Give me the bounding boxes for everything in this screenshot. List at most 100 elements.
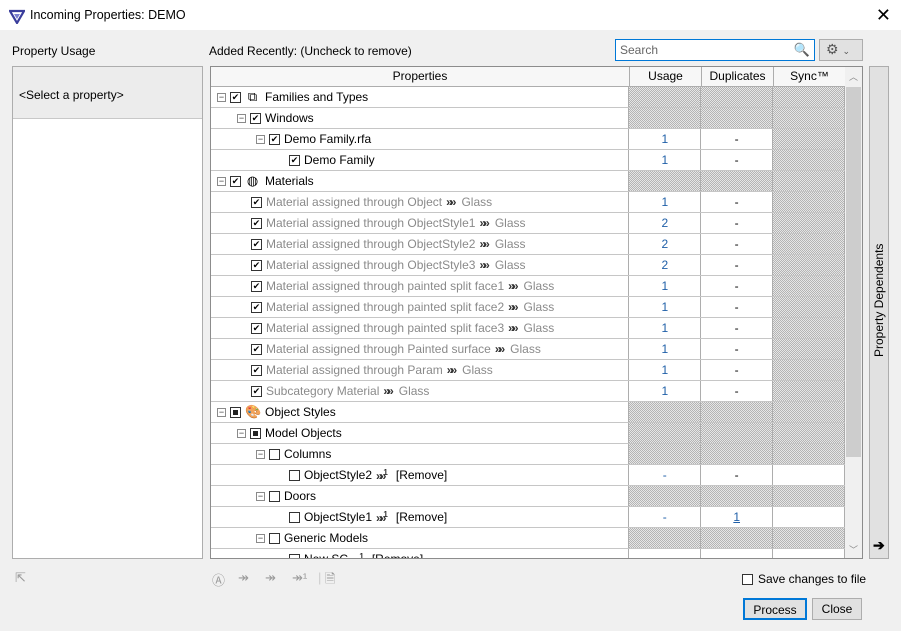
duplicates-cell [701,549,774,558]
table-row[interactable]: − Generic Models [211,528,846,549]
usage-cell [629,402,702,422]
column-header-usage[interactable]: Usage [630,67,702,87]
table-row[interactable]: ✔ Material assigned through Param»» Glass 1… [211,360,846,381]
scroll-down-icon[interactable]: ﹀ [845,543,862,556]
row-checkbox[interactable] [250,427,261,439]
collapse-icon[interactable]: − [237,113,246,123]
row-checkbox[interactable]: ✔ [251,343,262,355]
row-checkbox[interactable]: ✔ [250,112,261,124]
collapse-icon[interactable]: − [256,491,265,501]
close-icon[interactable]: ✕ [876,5,891,26]
save-changes-checkbox[interactable]: Save changes to file [742,572,866,586]
table-row[interactable]: ObjectStyle2 »»1 [Remove] - - [211,465,846,486]
map-arrow-icon: »»1 [376,467,388,483]
row-checkbox[interactable] [230,406,241,418]
scroll-up-icon[interactable]: ︿ [845,67,862,87]
row-checkbox[interactable] [269,532,280,544]
row-checkbox[interactable]: ✔ [251,385,262,397]
map-arrow-icon: »» [508,321,519,335]
collapse-icon[interactable]: − [237,428,246,438]
table-row[interactable]: New SC»»1 [Remove] [211,549,846,558]
row-checkbox[interactable] [289,511,300,523]
usage-cell [629,528,702,548]
usage-cell [629,171,702,191]
object-styles-icon: 🎨 [245,403,262,419]
table-row[interactable]: − Columns [211,444,846,465]
table-row[interactable]: ✔ Material assigned through ObjectStyle2»… [211,234,846,255]
row-checkbox[interactable] [289,469,300,481]
column-header-duplicates[interactable]: Duplicates [702,67,774,87]
unmap-icon[interactable]: ↠ [265,570,276,586]
property-cell: − ✔ Windows [211,108,630,128]
row-checkbox[interactable] [269,448,280,460]
table-row[interactable]: ✔ Material assigned through ObjectStyle1»… [211,213,846,234]
row-checkbox[interactable]: ✔ [230,91,241,103]
settings-dropdown-button[interactable]: ⚙ ⌄ [819,39,863,61]
map-once-icon[interactable]: ↠¹ [292,570,307,586]
close-button[interactable]: Close [812,598,862,620]
collapse-icon[interactable]: − [217,92,226,102]
column-header-sync[interactable]: Sync™ [774,67,846,87]
table-row[interactable]: − ✔ ⧉ Families and Types [211,87,846,108]
row-checkbox[interactable]: ✔ [251,238,262,250]
find-document-icon[interactable]: 🗎 [325,570,335,592]
table-row[interactable]: − Doors [211,486,846,507]
map-icon[interactable]: ↠ [238,570,249,586]
row-checkbox[interactable] [269,490,280,502]
row-checkbox[interactable]: ✔ [251,196,262,208]
table-row[interactable]: ✔ Material assigned through painted split… [211,318,846,339]
table-row[interactable]: ObjectStyle1 »»1 [Remove] -1 [211,507,846,528]
collapse-icon[interactable]: − [256,533,265,543]
remove-link[interactable]: [Remove] [396,468,447,482]
row-checkbox[interactable]: ✔ [251,280,262,292]
arrow-right-icon[interactable]: ➔ [873,537,885,554]
table-row[interactable]: − ✔ Windows [211,108,846,129]
collapse-icon[interactable]: − [217,407,226,417]
row-checkbox[interactable] [289,553,300,558]
table-row[interactable]: ✔ Demo Family 1- [211,150,846,171]
map-arrow-icon: »» [446,363,458,377]
sync-cell [773,297,846,317]
property-dependents-toggle[interactable]: Property Dependents ➔ [869,66,889,559]
duplicates-cell [701,486,774,506]
table-row[interactable]: − Model Objects [211,423,846,444]
table-body: − ✔ ⧉ Families and Types − ✔ Windows − ✔ Demo Fam… [211,87,846,558]
table-row[interactable]: − ✔ ◍ Materials [211,171,846,192]
remove-link[interactable]: [Remove] [372,552,423,558]
table-row[interactable]: − 🎨 Object Styles [211,402,846,423]
select-cursor-icon[interactable]: ⇱ [15,570,26,586]
rename-icon[interactable]: Ⓐ [212,570,225,589]
collapse-icon[interactable]: − [256,449,265,459]
row-checkbox[interactable]: ✔ [251,217,262,229]
remove-link[interactable]: [Remove] [396,510,447,524]
table-row[interactable]: ✔ Material assigned through painted split… [211,297,846,318]
search-icon[interactable]: 🔍 [794,42,810,58]
column-header-properties[interactable]: Properties [211,67,630,87]
row-checkbox[interactable]: ✔ [251,259,262,271]
table-row[interactable]: ✔ Material assigned through Painted surfa… [211,339,846,360]
table-row[interactable]: ✔ Subcategory Material»» Glass 1- [211,381,846,402]
search-input[interactable]: Search 🔍 [615,39,815,61]
usage-cell [629,108,702,128]
duplicates-cell[interactable]: 1 [701,507,774,527]
table-row[interactable]: ✔ Material assigned through painted split… [211,276,846,297]
checkbox[interactable] [742,573,753,585]
vertical-scrollbar[interactable]: ︿ ﹀ [845,67,862,558]
row-label: ObjectStyle2 [304,468,373,482]
row-checkbox[interactable]: ✔ [251,364,262,376]
table-row[interactable]: ✔ Material assigned through ObjectStyle3»… [211,255,846,276]
property-cell: − ✔ Demo Family.rfa [211,129,630,149]
collapse-icon[interactable]: − [256,134,265,144]
collapse-icon[interactable]: − [217,176,226,186]
scrollbar-thumb[interactable] [846,87,861,457]
table-row[interactable]: ✔ Material assigned through Object»» Glass… [211,192,846,213]
select-property-placeholder[interactable]: <Select a property> [13,67,202,119]
row-checkbox[interactable]: ✔ [251,322,262,334]
row-checkbox[interactable]: ✔ [289,154,300,166]
duplicates-cell: - [701,318,774,338]
row-checkbox[interactable]: ✔ [230,175,241,187]
row-checkbox[interactable]: ✔ [251,301,262,313]
row-checkbox[interactable]: ✔ [269,133,280,145]
process-button[interactable]: Process [743,598,807,620]
table-row[interactable]: − ✔ Demo Family.rfa 1- [211,129,846,150]
